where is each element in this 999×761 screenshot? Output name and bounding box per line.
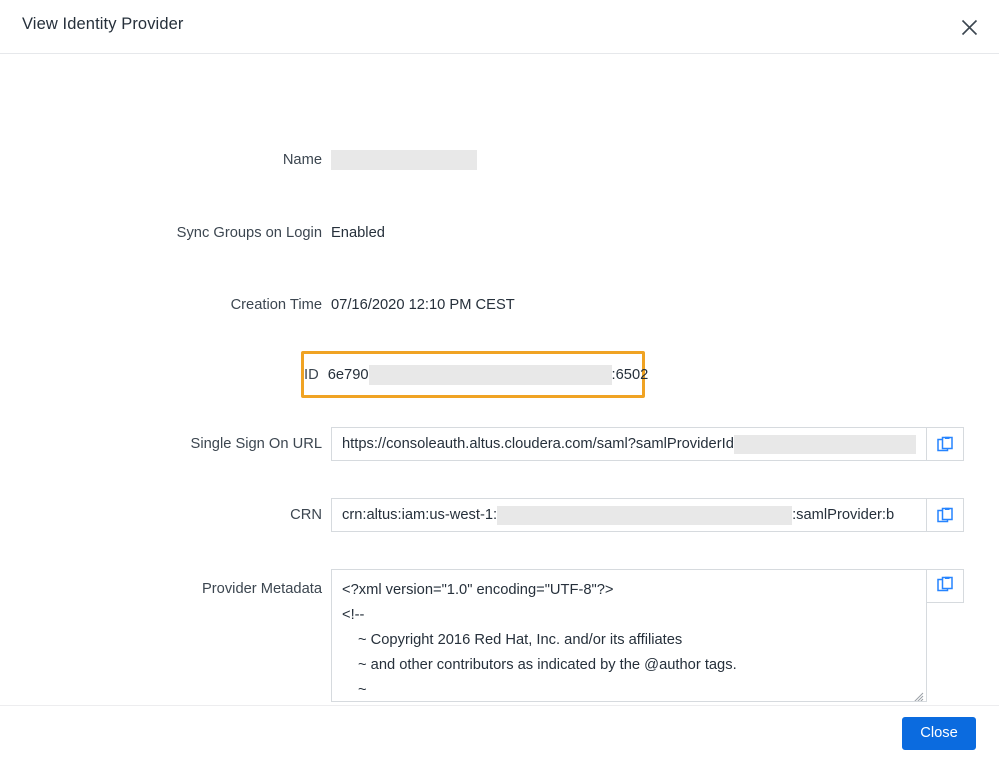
page-title: View Identity Provider [22,15,184,33]
id-value-prefix: 6e790 [327,366,369,383]
copy-sso-url-button[interactable] [927,427,964,461]
creation-time-value: 07/16/2020 12:10 PM CEST [331,297,515,313]
dialog-footer: Close [0,705,999,761]
id-value: 6e790 :6502 [327,364,649,385]
metadata-line: ~ [358,682,367,698]
dialog-header: View Identity Provider [0,0,999,54]
view-identity-provider-dialog: View Identity Provider Name Sync Groups … [0,0,999,761]
sync-groups-label: Sync Groups on Login [176,225,322,241]
id-label: ID [304,366,319,383]
field-row-sso-url: Single Sign On URL https://consoleauth.a… [0,427,999,461]
dialog-body: Name Sync Groups on Login Enabled Creati… [0,54,999,705]
provider-metadata-label: Provider Metadata [201,581,322,597]
metadata-line: ~ and other contributors as indicated by… [358,657,737,673]
close-button[interactable]: Close [902,717,976,750]
field-row-crn: CRN crn:altus:iam:us-west-1: :samlProvide… [0,498,999,532]
sso-url-redaction-block [733,434,916,454]
field-row-provider-metadata: Provider Metadata <?xml version="1.0" en… [0,569,999,702]
creation-time-label: Creation Time [230,297,322,313]
copy-provider-metadata-button[interactable] [927,569,964,603]
crn-value-prefix: crn:altus:iam:us-west-1: [342,507,498,523]
metadata-line: <?xml version="1.0" encoding="UTF-8"?> [342,582,614,598]
close-icon [961,19,978,36]
crn-value-suffix: :samlProvider:b [792,507,895,523]
metadata-line: ~ Copyright 2016 Red Hat, Inc. and/or it… [358,632,683,648]
copy-crn-button[interactable] [927,498,964,532]
name-redaction-block [331,150,477,171]
crn-input[interactable]: crn:altus:iam:us-west-1: :samlProvider:b [331,498,927,532]
sso-url-input[interactable]: https://consoleauth.altus.cloudera.com/s… [331,427,927,461]
name-value [331,150,477,171]
copy-icon [936,576,954,596]
field-row-name: Name [0,150,999,171]
field-row-creation-time: Creation Time 07/16/2020 12:10 PM CEST [0,295,999,315]
crn-field-wrap: crn:altus:iam:us-west-1: :samlProvider:b [331,498,964,532]
sync-groups-value: Enabled [331,225,385,241]
name-label: Name [282,152,322,168]
field-row-sync-groups: Sync Groups on Login Enabled [0,223,999,243]
sso-url-value: https://consoleauth.altus.cloudera.com/s… [342,436,734,452]
crn-label: CRN [290,507,322,523]
sso-url-label: Single Sign On URL [190,436,322,452]
copy-icon [936,436,954,453]
provider-metadata-field-wrap: <?xml version="1.0" encoding="UTF-8"?> <… [331,569,964,702]
metadata-line: <!-- [342,607,365,623]
sso-url-field-wrap: https://consoleauth.altus.cloudera.com/s… [331,427,964,461]
provider-metadata-textarea[interactable]: <?xml version="1.0" encoding="UTF-8"?> <… [331,569,927,702]
close-icon-button[interactable] [953,12,985,42]
id-value-suffix: :6502 [611,366,649,383]
field-row-id-highlighted: ID 6e790 :6502 [301,351,648,398]
crn-redaction-block [497,505,793,525]
id-redaction-block [368,364,612,385]
copy-icon [936,507,954,524]
